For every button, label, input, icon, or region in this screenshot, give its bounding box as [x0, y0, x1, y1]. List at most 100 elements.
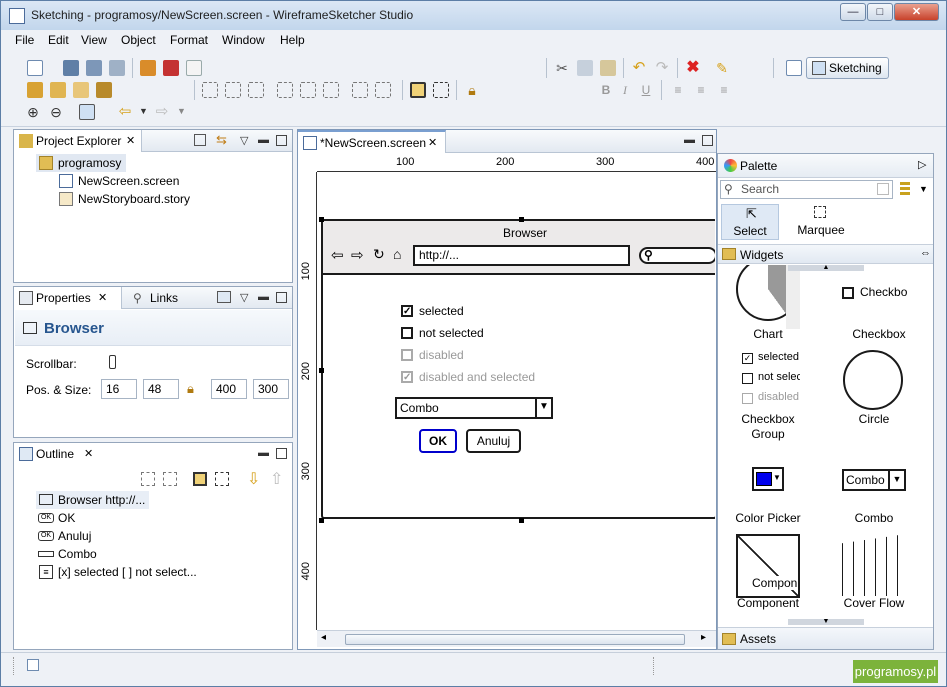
collapse-all-icon[interactable]: [194, 134, 206, 146]
palette-scroll-down[interactable]: ▼: [788, 618, 864, 625]
distribute-horizontal-icon[interactable]: [352, 82, 368, 98]
align-center-icon[interactable]: [225, 82, 241, 98]
outline-item-combo[interactable]: Combo: [36, 545, 97, 563]
close-view-icon[interactable]: ✕: [84, 443, 93, 465]
palette-widget-checkbox[interactable]: Checkbo Checkbox: [825, 265, 933, 345]
menu-edit[interactable]: Edit: [48, 33, 69, 47]
lock-icon[interactable]: 🔒︎: [464, 82, 480, 98]
close-view-icon[interactable]: ✕: [98, 287, 107, 309]
zoom-in-icon[interactable]: ⊕: [25, 104, 41, 120]
save-icon[interactable]: [63, 60, 79, 76]
palette-widget-checkbox-group[interactable]: ✓ selected not selec disabled Checkbox G…: [718, 350, 818, 446]
outline-group-icon[interactable]: [193, 472, 207, 486]
minimize-view-icon[interactable]: ▬: [258, 134, 269, 146]
sketch-cancel-button[interactable]: Anuluj: [466, 429, 521, 453]
menu-window[interactable]: Window: [222, 33, 265, 47]
cut-icon[interactable]: ✂: [554, 60, 570, 76]
sketch-combo[interactable]: Combo ▼: [395, 397, 553, 419]
send-backward-icon[interactable]: [73, 82, 89, 98]
tab-links[interactable]: ⚲ Links: [128, 287, 200, 309]
palette-scroll-up[interactable]: ▲: [788, 264, 864, 271]
align-top-icon[interactable]: [277, 82, 293, 98]
palette-widget-chart[interactable]: Chart: [718, 265, 818, 345]
palette-tool-marquee[interactable]: Marquee: [788, 204, 854, 240]
scroll-left-icon[interactable]: ◂: [321, 632, 326, 643]
selection-handle[interactable]: [519, 217, 524, 222]
outline-item-ok[interactable]: OK OK: [36, 509, 75, 527]
zoom-out-icon[interactable]: ⊖: [48, 104, 64, 120]
ungroup-icon[interactable]: [433, 82, 449, 98]
maximize-button[interactable]: □: [867, 3, 893, 21]
minimize-view-icon[interactable]: ▬: [258, 291, 269, 303]
magic-wand-icon[interactable]: ✎: [714, 60, 730, 76]
outline-ungroup-icon[interactable]: [215, 472, 229, 486]
send-back-icon[interactable]: [96, 82, 112, 98]
outline-item-cancel[interactable]: OK Anuluj: [36, 527, 91, 545]
save-all-icon[interactable]: [86, 60, 102, 76]
palette-widget-circle[interactable]: Circle: [825, 350, 933, 446]
selection-handle[interactable]: [319, 217, 324, 222]
open-perspective-icon[interactable]: [786, 60, 802, 76]
height-field[interactable]: 300: [253, 379, 289, 399]
selection-handle[interactable]: [319, 518, 324, 523]
back-dropdown-icon[interactable]: ▼: [139, 106, 148, 116]
print-icon[interactable]: [109, 60, 125, 76]
maximize-view-icon[interactable]: [276, 135, 287, 146]
palette-collapse-icon[interactable]: ▷: [918, 158, 926, 171]
pos-y-field[interactable]: 48: [143, 379, 179, 399]
pin-icon[interactable]: [217, 291, 231, 303]
width-field[interactable]: 400: [211, 379, 247, 399]
tab-outline[interactable]: Outline ✕: [14, 443, 98, 465]
menu-format[interactable]: Format: [170, 33, 208, 47]
pos-x-field[interactable]: 16: [101, 379, 137, 399]
outline-item-checkboxes[interactable]: ≡ [x] selected [ ] not select...: [36, 563, 197, 581]
tree-item-project[interactable]: programosy: [36, 154, 126, 172]
perspective-sketching-button[interactable]: Sketching: [806, 57, 889, 79]
minimize-view-icon[interactable]: ▬: [258, 447, 269, 459]
screenshot-icon[interactable]: [140, 60, 156, 76]
view-menu-icon[interactable]: ▽: [240, 134, 248, 147]
outline-item-browser[interactable]: Browser http://...: [36, 491, 150, 509]
bring-front-icon[interactable]: [27, 82, 43, 98]
delete-icon[interactable]: ✖: [685, 60, 701, 76]
menu-file[interactable]: File: [15, 33, 34, 47]
distribute-vertical-icon[interactable]: [375, 82, 391, 98]
align-bottom-icon[interactable]: [323, 82, 339, 98]
back-arrow-icon[interactable]: ⇦: [117, 104, 133, 120]
maximize-editor-icon[interactable]: [702, 135, 713, 146]
palette-filter-icon[interactable]: [900, 182, 910, 196]
selection-handle[interactable]: [319, 368, 324, 373]
menu-view[interactable]: View: [81, 33, 107, 47]
selection-handle[interactable]: [519, 518, 524, 523]
export-icon[interactable]: [186, 60, 202, 76]
move-down-icon[interactable]: ⇩: [247, 469, 260, 489]
palette-tool-select[interactable]: ⇱ Select: [721, 204, 779, 240]
palette-search-field[interactable]: ⚲ Search: [720, 180, 893, 199]
preview-icon[interactable]: [79, 104, 95, 120]
link-editor-icon[interactable]: ⇆: [216, 132, 227, 148]
palette-widget-color-picker[interactable]: ▼ Color Picker: [718, 463, 818, 533]
undo-icon[interactable]: ↶: [631, 60, 647, 76]
bring-forward-icon[interactable]: [50, 82, 66, 98]
sketch-ok-button[interactable]: OK: [419, 429, 457, 453]
scroll-right-icon[interactable]: ▸: [701, 632, 706, 643]
drawer-layout-icon[interactable]: ⇔: [920, 247, 931, 259]
tab-properties[interactable]: Properties ✕: [14, 287, 122, 309]
fast-view-icon[interactable]: [27, 659, 39, 671]
new-icon[interactable]: [27, 60, 43, 76]
paste-icon[interactable]: [600, 60, 616, 76]
minimize-button[interactable]: —: [840, 3, 866, 21]
close-button[interactable]: ✕: [894, 3, 939, 21]
maximize-view-icon[interactable]: [276, 448, 287, 459]
group-icon[interactable]: [410, 82, 426, 98]
close-editor-icon[interactable]: ✕: [428, 132, 437, 154]
tree-item-story[interactable]: NewStoryboard.story: [56, 190, 190, 208]
sketch-canvas[interactable]: Browser ⇦ ⇨ ↻ ⌂ http://... ⚲ ✓ selected …: [317, 172, 715, 630]
scrollbar-toggle-icon[interactable]: [109, 355, 116, 369]
tree-item-screen[interactable]: NewScreen.screen: [56, 172, 179, 190]
export-pdf-icon[interactable]: [163, 60, 179, 76]
menu-object[interactable]: Object: [121, 33, 156, 47]
browser-mockup[interactable]: Browser ⇦ ⇨ ↻ ⌂ http://... ⚲ ✓ selected …: [321, 219, 715, 519]
copy-icon[interactable]: [577, 60, 593, 76]
palette-widget-component[interactable]: Compon Component: [718, 534, 818, 614]
